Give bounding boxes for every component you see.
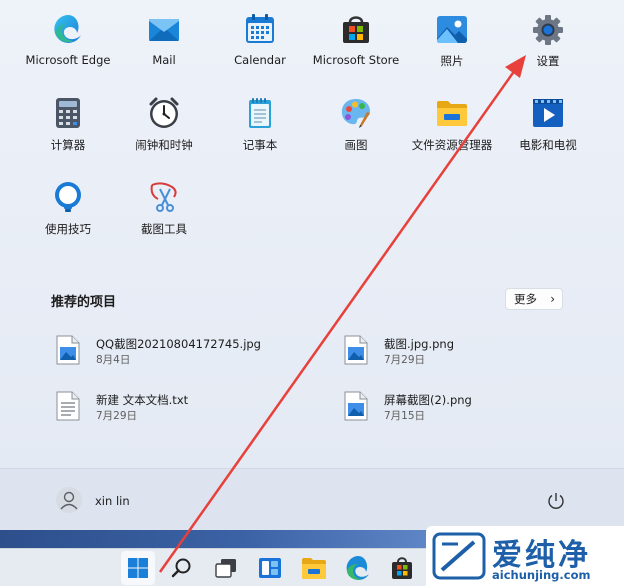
widgets-icon <box>259 558 281 578</box>
calculator-icon <box>56 98 80 128</box>
app-notepad[interactable]: 记事本 <box>212 84 308 154</box>
app-file-explorer[interactable]: 文件资源管理器 <box>404 84 500 154</box>
app-microsoft-edge[interactable]: Microsoft Edge <box>20 0 116 70</box>
photos-icon <box>437 16 467 43</box>
image-file-icon <box>344 335 368 365</box>
more-button-label: 更多 <box>514 292 537 306</box>
movies-tv-icon <box>533 99 563 127</box>
taskbar-store[interactable] <box>385 551 419 585</box>
recommended-item[interactable]: 截图.jpg.png 7月29日 <box>344 335 574 369</box>
alarm-clock-icon <box>149 97 179 128</box>
recommended-item[interactable]: 屏幕截图(2).png 7月15日 <box>344 391 574 425</box>
user-name[interactable]: xin lin <box>95 494 130 508</box>
recommended-item[interactable]: QQ截图20210804172745.jpg 8月4日 <box>56 335 286 369</box>
start-button[interactable] <box>121 551 155 585</box>
app-paint[interactable]: 画图 <box>308 84 404 154</box>
edge-icon <box>54 15 81 43</box>
start-menu: Microsoft Edge Mail Calendar Microsoft S… <box>0 0 624 530</box>
search-icon <box>171 558 191 578</box>
snipping-tool-icon <box>150 182 177 212</box>
app-tips[interactable]: 使用技巧 <box>20 168 116 238</box>
task-view-icon <box>215 559 236 578</box>
file-date: 7月29日 <box>384 354 426 366</box>
app-mail[interactable]: Mail <box>116 0 212 70</box>
file-name: 截图.jpg.png <box>384 337 454 351</box>
app-microsoft-store[interactable]: Microsoft Store <box>308 0 404 70</box>
store-icon <box>343 16 369 43</box>
store-icon <box>392 557 412 579</box>
watermark-emblem-icon <box>432 532 486 580</box>
file-name: 新建 文本文档.txt <box>96 393 189 407</box>
calendar-icon <box>246 14 274 43</box>
user-icon <box>60 491 78 510</box>
file-date: 7月29日 <box>96 410 138 422</box>
taskbar-file-explorer[interactable] <box>297 551 331 585</box>
file-explorer-icon <box>302 558 326 579</box>
app-alarms-clock[interactable]: 闹钟和时钟 <box>116 84 212 154</box>
file-explorer-icon <box>437 101 467 126</box>
image-file-icon <box>56 335 80 365</box>
app-label: 设置 <box>536 54 560 68</box>
app-settings[interactable]: 设置 <box>500 0 596 70</box>
user-bar: xin lin <box>0 468 624 530</box>
recommended-title: 推荐的项目 <box>51 295 117 310</box>
avatar[interactable] <box>56 487 82 513</box>
app-label: 截图工具 <box>141 222 187 236</box>
start-icon <box>128 558 148 578</box>
chevron-right-icon: › <box>550 292 555 306</box>
app-snipping-tool[interactable]: 截图工具 <box>116 168 212 238</box>
edge-icon <box>346 556 369 580</box>
power-button[interactable] <box>545 490 567 512</box>
file-date: 7月15日 <box>384 410 426 422</box>
image-file-icon <box>344 391 368 421</box>
power-icon <box>548 493 564 509</box>
taskbar-task-view[interactable] <box>209 551 243 585</box>
taskbar-widgets[interactable] <box>253 551 287 585</box>
app-movies-tv[interactable]: 电影和电视 <box>500 84 596 154</box>
recommended-item[interactable]: 新建 文本文档.txt 7月29日 <box>56 391 286 425</box>
tips-bulb-icon <box>55 182 81 212</box>
text-file-icon <box>56 391 80 421</box>
taskbar-edge[interactable] <box>341 551 375 585</box>
app-photos[interactable]: 照片 <box>404 0 500 70</box>
more-button[interactable]: 更多 › <box>505 288 563 310</box>
taskbar-search[interactable] <box>165 551 199 585</box>
file-name: QQ截图20210804172745.jpg <box>96 337 261 351</box>
paint-icon <box>341 99 370 128</box>
app-label: 电影和电视 <box>519 138 577 152</box>
file-date: 8月4日 <box>96 354 131 366</box>
app-calculator[interactable]: 计算器 <box>20 84 116 154</box>
mail-icon <box>149 19 179 41</box>
notepad-icon <box>249 98 271 128</box>
app-calendar[interactable]: Calendar <box>212 0 308 70</box>
watermark-logo: 爱纯净 aichunjing.com <box>426 526 624 586</box>
watermark-url: aichunjing.com <box>492 568 591 582</box>
file-name: 屏幕截图(2).png <box>384 393 472 407</box>
settings-gear-icon <box>533 15 563 45</box>
